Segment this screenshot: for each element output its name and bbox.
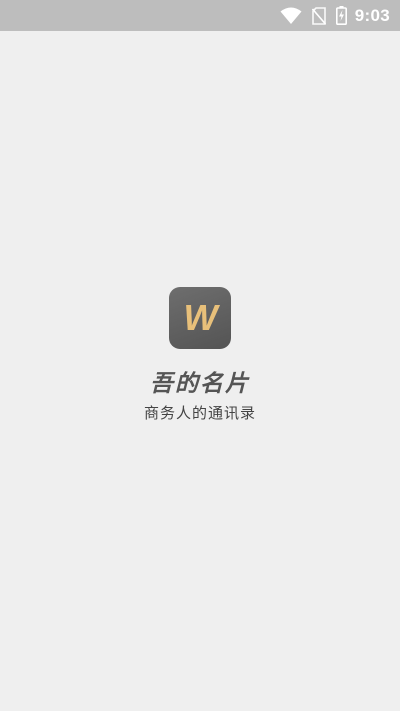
battery-charging-icon <box>335 6 347 25</box>
splash-content: W 吾的名片 商务人的通讯录 <box>0 287 400 423</box>
status-time: 9:03 <box>354 5 390 25</box>
wifi-icon <box>280 7 302 25</box>
no-sim-icon <box>311 6 326 25</box>
app-name: 吾的名片 <box>150 371 250 397</box>
app-tagline: 商务人的通讯录 <box>143 404 256 422</box>
logo-letter: W <box>183 297 218 338</box>
app-logo: W <box>169 287 231 349</box>
status-bar: 9:03 <box>0 0 400 31</box>
splash-screen: 9:03 W 吾的名片 商务人的通讯录 <box>0 0 400 711</box>
